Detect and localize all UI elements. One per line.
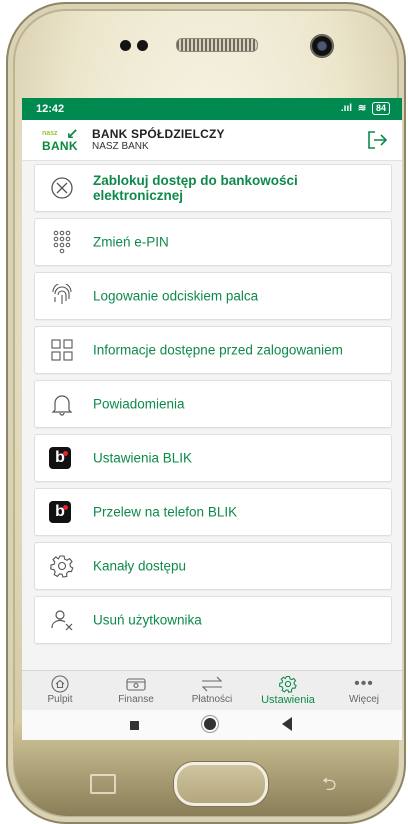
menu-item-label: Zablokuj dostęp do bankowości elektronic… (93, 173, 298, 203)
front-camera (310, 34, 334, 58)
hardware-back-key[interactable]: ⮌ (322, 772, 348, 795)
nav-label: Płatności (191, 694, 233, 705)
nav-tab-ustawienia[interactable]: Ustawienia (250, 671, 326, 711)
android-system-nav (22, 710, 402, 740)
menu-item-remove-user[interactable]: Usuń użytkownika (34, 596, 392, 644)
bank-logo: nasz ↙ BANK (42, 125, 84, 154)
bottom-navigation: Pulpit Finanse Płatności Ustawienia ••• (22, 670, 402, 711)
menu-item-fingerprint-login[interactable]: Logowanie odciskiem palca (34, 272, 392, 320)
nav-tab-pulpit[interactable]: Pulpit (22, 671, 98, 711)
menu-item-access-channels[interactable]: Kanały dostępu (34, 542, 392, 590)
earpiece-speaker (176, 38, 258, 52)
nav-label: Finanse (118, 694, 154, 705)
nav-tab-finanse[interactable]: Finanse (98, 671, 174, 711)
logout-icon[interactable] (366, 130, 388, 150)
back-triangle-icon[interactable] (282, 717, 292, 731)
menu-item-blik-phone-transfer[interactable]: b Przelew na telefon BLIK (34, 488, 392, 536)
keypad-icon (49, 229, 75, 255)
menu-item-label: Zmień e-PIN (93, 234, 169, 250)
wallet-icon (98, 674, 174, 694)
more-dots-icon: ••• (354, 675, 374, 692)
bank-subname: NASZ BANK (92, 141, 149, 152)
menu-item-label: Kanały dostępu (93, 558, 187, 574)
nav-tab-wiecej[interactable]: ••• Więcej (326, 671, 402, 711)
nav-label: Pulpit (47, 694, 73, 705)
app-header: nasz ↙ BANK BANK SPÓŁDZIELCZY NASZ BANK (22, 120, 402, 161)
status-bar: 12:42 .ııl ≋ 84 (22, 98, 402, 120)
menu-item-notifications[interactable]: Powiadomienia (34, 380, 392, 428)
menu-item-label: Informacje dostępne przed zalogowaniem (93, 342, 343, 358)
grid-icon (49, 337, 75, 363)
sensor-dots (120, 38, 160, 51)
battery-level: 84 (375, 103, 386, 113)
gear-icon (49, 553, 75, 579)
battery-icon: 84 (371, 102, 390, 115)
signal-icon: .ııl (340, 103, 353, 114)
phone-screen: 12:42 .ııl ≋ 84 nasz ↙ BANK BANK SPÓŁDZI… (22, 98, 402, 740)
hardware-recents-key[interactable] (90, 774, 116, 794)
home-circle-icon[interactable] (204, 718, 216, 730)
menu-item-block-access[interactable]: Zablokuj dostęp do bankowości elektronic… (34, 164, 392, 212)
menu-item-label: Logowanie odciskiem palca (93, 288, 259, 304)
blik-icon: b (49, 447, 71, 469)
menu-item-pre-login-info[interactable]: Informacje dostępne przed zalogowaniem (34, 326, 392, 374)
menu-item-label: Przelew na telefon BLIK (93, 504, 238, 520)
home-icon (22, 674, 98, 694)
nav-label: Więcej (348, 694, 379, 705)
menu-item-blik-settings[interactable]: b Ustawienia BLIK (34, 434, 392, 482)
status-icons: .ııl ≋ 84 (341, 102, 390, 115)
wifi-icon: ≋ (357, 103, 367, 114)
bank-name: BANK SPÓŁDZIELCZY (92, 127, 225, 141)
settings-gear-icon (250, 674, 326, 694)
remove-user-icon (49, 607, 75, 633)
menu-item-label: Usuń użytkownika (93, 612, 202, 628)
menu-item-label: Ustawienia BLIK (93, 450, 193, 466)
block-icon (49, 175, 75, 201)
logo-small-text: nasz (42, 130, 58, 137)
fingerprint-icon (49, 283, 75, 309)
nav-tab-platnosci[interactable]: Płatności (174, 671, 250, 711)
menu-item-change-epin[interactable]: Zmień e-PIN (34, 218, 392, 266)
menu-item-label: Powiadomienia (93, 396, 185, 412)
status-time: 12:42 (36, 103, 65, 115)
recents-icon[interactable] (130, 721, 139, 730)
blik-icon: b (49, 501, 71, 523)
nav-label: Ustawienia (261, 694, 315, 706)
transfer-arrows-icon (174, 674, 250, 694)
bell-icon (49, 391, 75, 417)
logo-big-text: BANK (42, 139, 78, 153)
hardware-home-button[interactable] (174, 762, 268, 806)
